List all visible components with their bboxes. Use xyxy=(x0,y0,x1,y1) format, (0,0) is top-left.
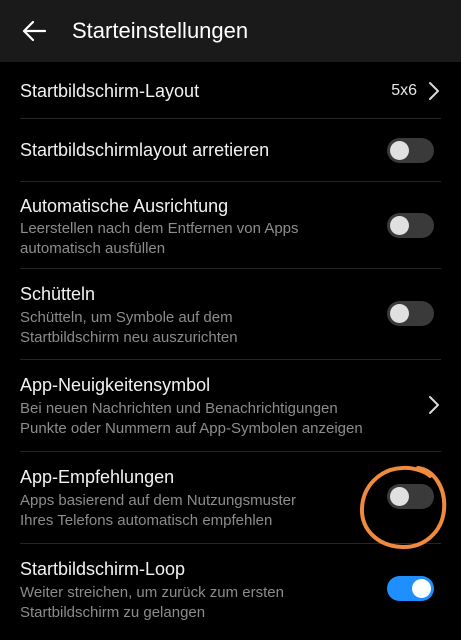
setting-title: Startbildschirmlayout arretieren xyxy=(20,140,270,160)
setting-row-app-recommendations[interactable]: App-Empfehlungen Apps basierend auf dem … xyxy=(20,452,441,544)
setting-title: Startbildschirm-Layout xyxy=(20,81,200,101)
setting-row-lock-layout[interactable]: Startbildschirmlayout arretieren xyxy=(20,119,441,182)
setting-row-shake[interactable]: Schütteln Schütteln, um Symbole auf dem … xyxy=(20,269,441,360)
toggle-knob xyxy=(390,141,409,160)
setting-title: App-Empfehlungen xyxy=(20,467,175,487)
setting-subtitle: Startbildschirm zu gelangen xyxy=(20,604,206,621)
setting-subtitle: automatisch ausfüllen xyxy=(20,240,166,257)
setting-title: Automatische Ausrichtung xyxy=(20,196,229,216)
settings-list: Startbildschirm-Layout 5x6 Startbildschi… xyxy=(0,62,461,636)
page-title: Starteinstellungen xyxy=(72,18,249,43)
chevron-right-icon xyxy=(429,396,439,414)
setting-subtitle: Schütteln, um Symbole auf dem xyxy=(20,309,233,326)
setting-subtitle: Leerstellen nach dem Entfernen von Apps xyxy=(20,220,299,237)
home-screen-loop-toggle[interactable] xyxy=(387,576,434,601)
setting-subtitle: Startbildschirm neu auszurichten xyxy=(20,329,238,346)
setting-row-auto-align[interactable]: Automatische Ausrichtung Leerstellen nac… xyxy=(20,182,441,269)
shake-toggle[interactable] xyxy=(387,301,434,326)
app-bar: Starteinstellungen xyxy=(0,0,461,62)
setting-subtitle: Weiter streichen, um zurück zum ersten xyxy=(20,584,284,601)
setting-subtitle: Ihres Telefons automatisch empfehlen xyxy=(20,512,273,529)
chevron-right-icon xyxy=(429,82,439,100)
setting-subtitle: Apps basierend auf dem Nutzungsmuster xyxy=(20,492,296,509)
app-recommendations-toggle[interactable] xyxy=(387,484,434,509)
setting-title: Schütteln xyxy=(20,284,96,304)
toggle-knob xyxy=(390,487,409,506)
setting-title: App-Neuigkeitensymbol xyxy=(20,375,211,395)
setting-row-home-screen-loop[interactable]: Startbildschirm-Loop Weiter streichen, u… xyxy=(20,544,441,636)
lock-layout-toggle[interactable] xyxy=(387,138,434,163)
setting-subtitle: Punkte oder Nummern auf App-Symbolen anz… xyxy=(20,420,363,437)
setting-row-home-screen-layout[interactable]: Startbildschirm-Layout 5x6 xyxy=(20,62,441,119)
arrow-left-icon xyxy=(22,20,47,42)
setting-row-app-badges[interactable]: App-Neuigkeitensymbol Bei neuen Nachrich… xyxy=(20,360,441,452)
setting-value: 5x6 xyxy=(391,82,417,99)
auto-align-toggle[interactable] xyxy=(387,213,434,238)
toggle-knob xyxy=(412,579,431,598)
setting-title: Startbildschirm-Loop xyxy=(20,559,186,579)
toggle-knob xyxy=(390,216,409,235)
toggle-knob xyxy=(390,304,409,323)
back-button[interactable] xyxy=(12,10,56,52)
setting-subtitle: Bei neuen Nachrichten und Benachrichtigu… xyxy=(20,400,338,417)
